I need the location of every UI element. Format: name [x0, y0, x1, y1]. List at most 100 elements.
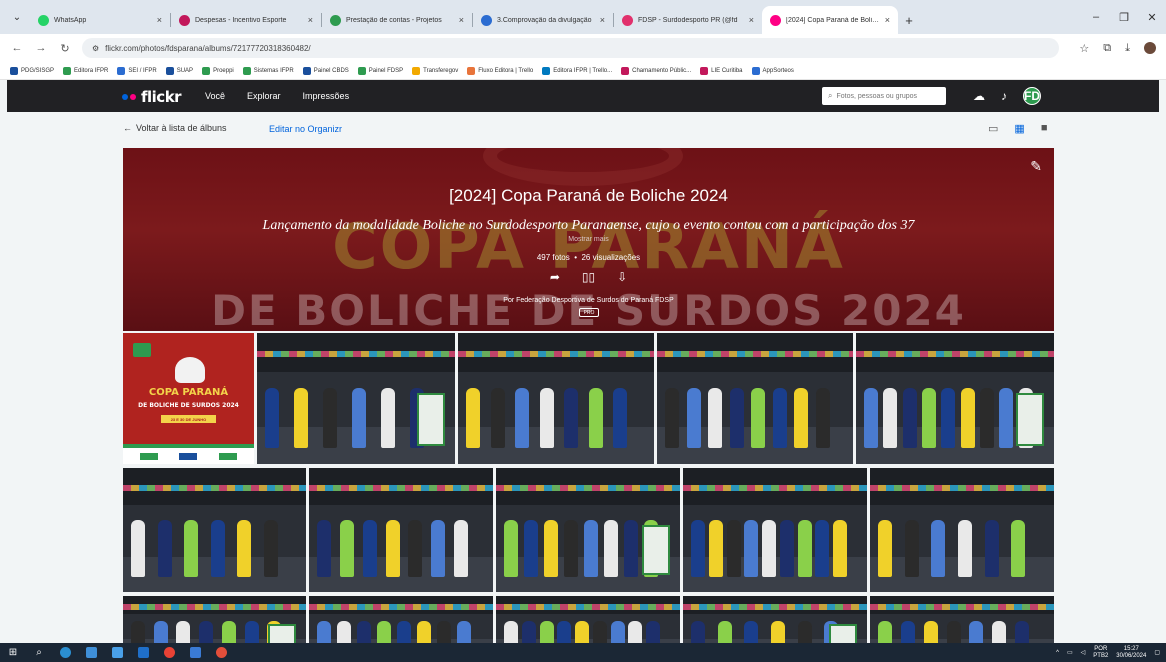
book-icon[interactable]: ▯▯	[582, 270, 595, 284]
slideshow-view-icon[interactable]: ▭	[988, 122, 998, 135]
download-icon[interactable]: ⤓	[1125, 42, 1130, 55]
reload-icon[interactable]: ↻	[58, 42, 72, 55]
list-view-icon[interactable]: ■	[1041, 122, 1048, 135]
taskbar-app-edge-icon[interactable]	[52, 643, 78, 662]
share-icon[interactable]: ➦	[550, 270, 560, 284]
bookmark-item[interactable]: Transferegov	[412, 66, 458, 75]
flickr-logo[interactable]: flickr	[122, 88, 182, 106]
bookmark-item[interactable]: SUAP	[165, 66, 193, 75]
nav-impressoes[interactable]: Impressões	[303, 91, 350, 101]
browser-tab[interactable]: FDSP - Surdodesporto PR (@fd ×	[614, 6, 762, 34]
taskbar-app-opera-icon[interactable]	[208, 643, 234, 662]
address-bar[interactable]: ⚙ flickr.com/photos/fdsparana/albums/721…	[82, 38, 1060, 58]
tab-close-icon[interactable]: ×	[157, 15, 162, 25]
photo-tile[interactable]	[856, 333, 1054, 464]
photo-tile[interactable]	[683, 468, 867, 592]
photo-person	[729, 388, 744, 449]
bookmark-item[interactable]: PDG/SISGP	[10, 66, 54, 75]
tab-close-icon[interactable]: ×	[749, 15, 754, 25]
photo-tile[interactable]	[257, 333, 455, 464]
taskbar-app-mail-icon[interactable]	[182, 643, 208, 662]
minimize-icon[interactable]: –	[1082, 0, 1110, 34]
back-to-albums-link[interactable]: ← Voltar à lista de álbuns	[123, 123, 227, 133]
tab-close-icon[interactable]: ×	[600, 15, 605, 25]
photo-tile[interactable]	[870, 468, 1054, 592]
bookmark-item[interactable]: AppSorteos	[751, 66, 794, 75]
bookmark-label: Editora IFPR | Trello...	[553, 67, 613, 74]
browser-tab[interactable]: WhatsApp ×	[30, 6, 170, 34]
restore-icon[interactable]: ❐	[1110, 0, 1138, 34]
taskbar-app-files-icon[interactable]	[78, 643, 104, 662]
start-windows-icon[interactable]: ⊞	[0, 643, 26, 662]
clock[interactable]: 15:27 30/06/2024	[1116, 646, 1146, 660]
taskbar-app-photos-icon[interactable]	[130, 643, 156, 662]
user-avatar[interactable]: FD	[1023, 87, 1041, 105]
close-window-icon[interactable]: ✕	[1138, 0, 1166, 34]
nav-explorar[interactable]: Explorar	[247, 91, 281, 101]
bookmark-item[interactable]: Painel FDSP	[357, 66, 403, 75]
tab-close-icon[interactable]: ×	[308, 15, 313, 25]
bookmark-item[interactable]: LIE Curitiba	[700, 66, 743, 75]
new-tab-button[interactable]: +	[898, 6, 920, 34]
taskbar-app-store-icon[interactable]	[104, 643, 130, 662]
album-title: [2024] Copa Paraná de Boliche 2024	[449, 186, 728, 205]
photo-person	[263, 520, 278, 578]
bookmark-item[interactable]: Editora IFPR | Trello...	[542, 66, 613, 75]
browser-tab[interactable]: [2024] Copa Paraná de Boliche ×	[762, 6, 898, 34]
photo-tile[interactable]	[870, 596, 1054, 643]
photo-person	[539, 621, 554, 643]
profile-avatar[interactable]	[1144, 42, 1156, 54]
photo-person	[779, 520, 794, 578]
taskbar-app-chrome-icon[interactable]	[156, 643, 182, 662]
bookmark-item[interactable]: SEI / IFPR	[117, 66, 157, 75]
bookmark-item[interactable]: Chamamento Públic...	[621, 66, 691, 75]
edit-pencil-icon[interactable]: ✎	[1030, 158, 1042, 175]
photo-tile[interactable]	[657, 333, 853, 464]
photo-tile[interactable]	[683, 596, 867, 643]
show-more-link[interactable]: Mostrar mais	[123, 236, 1054, 243]
search-icon[interactable]: ⌕	[26, 643, 52, 662]
language-indicator[interactable]: POR PTB2	[1093, 646, 1108, 660]
upload-cloud-icon[interactable]: ☁	[973, 89, 985, 103]
sponsor-logo	[139, 452, 158, 460]
photo-tile[interactable]	[123, 596, 306, 643]
notifications-icon[interactable]: ▢	[1154, 649, 1160, 656]
browser-tab[interactable]: 3.Comprovação da divulgação ×	[473, 6, 613, 34]
photo-tile[interactable]	[496, 468, 680, 592]
tab-search-icon[interactable]: ⌄	[4, 4, 30, 30]
browser-tab[interactable]: Despesas - Incentivo Esporte ×	[171, 6, 321, 34]
bookmark-label: Fluxo Editora | Trello	[478, 67, 534, 74]
search-icon[interactable]: ⌕	[828, 91, 832, 101]
photo-tile-poster[interactable]: COPA PARANÁ DE BOLICHE DE SURDOS 2024 23…	[123, 333, 254, 464]
bookmark-item[interactable]: Editora IFPR	[63, 66, 108, 75]
tab-close-icon[interactable]: ×	[459, 15, 464, 25]
tab-close-icon[interactable]: ×	[885, 15, 890, 25]
photo-tile[interactable]	[496, 596, 680, 643]
search-input[interactable]	[836, 92, 937, 100]
bookmark-item[interactable]: Fluxo Editora | Trello	[467, 66, 534, 75]
bookmark-item[interactable]: Painel CBDS	[302, 66, 349, 75]
photo-tile[interactable]	[458, 333, 654, 464]
photo-person	[922, 388, 936, 449]
volume-icon[interactable]: ◁	[1081, 649, 1086, 656]
edit-organizr-link[interactable]: Editar no Organizr	[269, 124, 342, 134]
nav-voce[interactable]: Você	[205, 91, 225, 101]
browser-tab[interactable]: Prestação de contas - Projetos ×	[322, 6, 472, 34]
download-icon[interactable]: ⇩	[617, 270, 627, 284]
site-info-icon[interactable]: ⚙	[92, 44, 99, 53]
bookmark-item[interactable]: Sistemas IFPR	[242, 66, 294, 75]
network-icon[interactable]: ▭	[1067, 649, 1073, 656]
grid-view-icon[interactable]: ▦	[1014, 122, 1024, 135]
bookmark-item[interactable]: Proeppi	[202, 66, 234, 75]
photo-tile[interactable]	[309, 468, 493, 592]
forward-arrow-icon[interactable]: →	[34, 42, 48, 54]
notifications-bell-icon[interactable]: ♪	[1001, 89, 1007, 103]
extensions-icon[interactable]: ⧉	[1103, 42, 1111, 55]
album-owner[interactable]: Por Federação Desportiva de Surdos do Pa…	[123, 297, 1054, 304]
logo-dot-pink	[130, 94, 136, 100]
photo-tile[interactable]	[123, 468, 306, 592]
photo-tile[interactable]	[309, 596, 493, 643]
tray-chevron-icon[interactable]: ^	[1056, 650, 1059, 656]
back-arrow-icon[interactable]: ←	[10, 42, 24, 54]
bookmark-star-icon[interactable]: ☆	[1079, 42, 1089, 55]
